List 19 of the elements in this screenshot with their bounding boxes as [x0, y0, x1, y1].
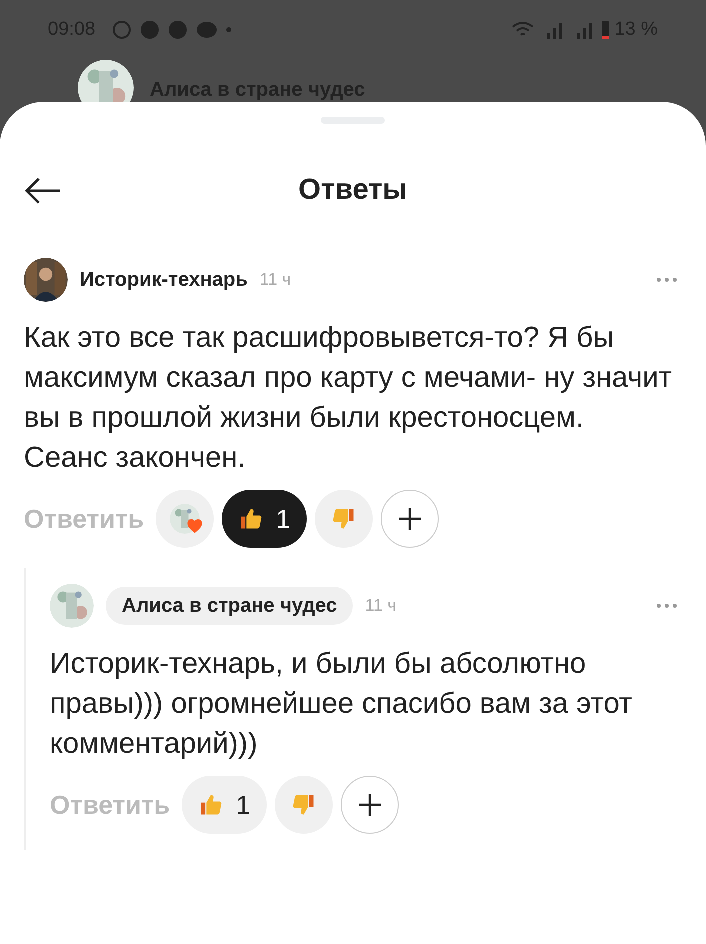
comment-time: 11 ч: [260, 269, 292, 292]
like-button[interactable]: 1: [182, 776, 267, 834]
more-icon[interactable]: [656, 603, 678, 609]
comment-time: 11 ч: [365, 595, 397, 618]
plus-icon: [356, 792, 383, 818]
plus-icon: [396, 506, 423, 532]
author-name[interactable]: Историк-технарь: [80, 265, 248, 295]
message-icon: [196, 21, 218, 39]
heart-icon: [186, 518, 204, 534]
sheet-title: Ответы: [298, 173, 408, 208]
back-icon[interactable]: [24, 177, 62, 205]
like-button[interactable]: 1: [222, 490, 307, 548]
author-name[interactable]: Алиса в стране чудес: [106, 587, 354, 625]
more-icon[interactable]: [656, 277, 678, 283]
dot-icon: [226, 27, 232, 33]
chat-icon: [168, 20, 188, 40]
chat-icon: [140, 20, 160, 40]
comment-text: Как это все так расшифровывется-то? Я бы максимум сказал про карту с мечами- ну значит вы в прошлой жизни были крестоносцем. Сеанс закончен.: [24, 321, 674, 476]
comment-text: Историк-технарь, и были бы абсолютно правы))) огромнейшее спасибо вам за этот комментарий))): [50, 647, 634, 762]
